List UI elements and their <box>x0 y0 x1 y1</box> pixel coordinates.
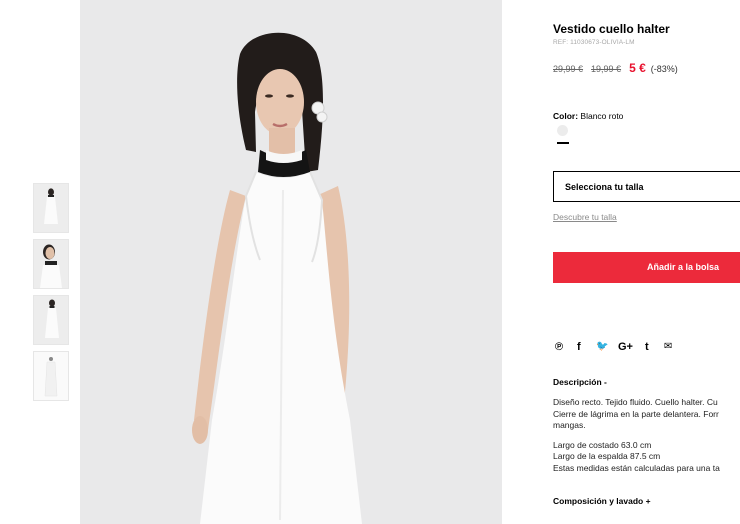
thumbnail-figure-side <box>45 299 59 338</box>
description-line: mangas. <box>553 420 586 430</box>
facebook-icon[interactable]: f <box>577 340 581 354</box>
original-price: 29,99 € <box>553 64 584 74</box>
color-swatch[interactable] <box>557 125 568 136</box>
description-body: Diseño recto. Tejido fluido. Cuello halt… <box>553 397 720 474</box>
email-icon[interactable]: ✉ <box>664 340 672 354</box>
thumbnail-figure-detail <box>40 244 62 288</box>
tumblr-icon[interactable]: t <box>645 340 649 354</box>
description-heading[interactable]: Descripción - <box>553 377 607 387</box>
google-plus-icon[interactable]: G+ <box>618 340 633 354</box>
size-guide-link[interactable]: Descubre tu talla <box>553 212 617 222</box>
product-reference: REF: 11030673-OLIVIA-LM <box>553 39 635 46</box>
description-line: Estas medidas están calculadas para una … <box>553 462 720 473</box>
thumbnail-4[interactable] <box>33 351 69 401</box>
description-line: Cierre de lágrima en la parte delantera.… <box>553 408 719 419</box>
thumbnail-1[interactable] <box>33 183 69 233</box>
current-price: 5 € <box>629 61 646 75</box>
pinterest-icon[interactable]: ℗ <box>555 340 563 354</box>
add-to-bag-button[interactable]: Añadir a la bolsa <box>553 252 740 283</box>
description-line: Largo de costado 63.0 cm <box>553 439 652 450</box>
product-title: Vestido cuello halter <box>553 22 670 36</box>
thumbnail-figure-front <box>44 188 58 224</box>
description-line: Diseño recto. Tejido fluido. Cuello halt… <box>553 397 718 407</box>
size-select[interactable]: Selecciona tu talla <box>553 171 740 202</box>
thumbnail-figure-back <box>44 357 58 397</box>
color-value: Blanco roto <box>580 111 624 121</box>
discount-percentage: (-83%) <box>650 64 678 74</box>
color-label: Color: <box>553 111 579 121</box>
selected-swatch-indicator <box>557 142 569 144</box>
main-product-image[interactable] <box>80 0 502 524</box>
thumbnail-2[interactable] <box>33 239 69 289</box>
thumbnail-gallery <box>33 183 69 407</box>
thumbnail-3[interactable] <box>33 295 69 345</box>
description-line: Largo de la espalda 87.5 cm <box>553 451 661 461</box>
color-label-row: Color: Blanco roto <box>553 111 623 121</box>
previous-price: 19,99 € <box>591 64 622 74</box>
price-row: 29,99 € 19,99 € 5 € (-83%) <box>553 61 678 75</box>
product-info-panel: Vestido cuello halter REF: 11030673-OLIV… <box>553 0 740 524</box>
twitter-icon[interactable]: 🐦 <box>596 340 608 354</box>
model-illustration <box>192 32 362 524</box>
composition-heading[interactable]: Composición y lavado + <box>553 496 651 506</box>
